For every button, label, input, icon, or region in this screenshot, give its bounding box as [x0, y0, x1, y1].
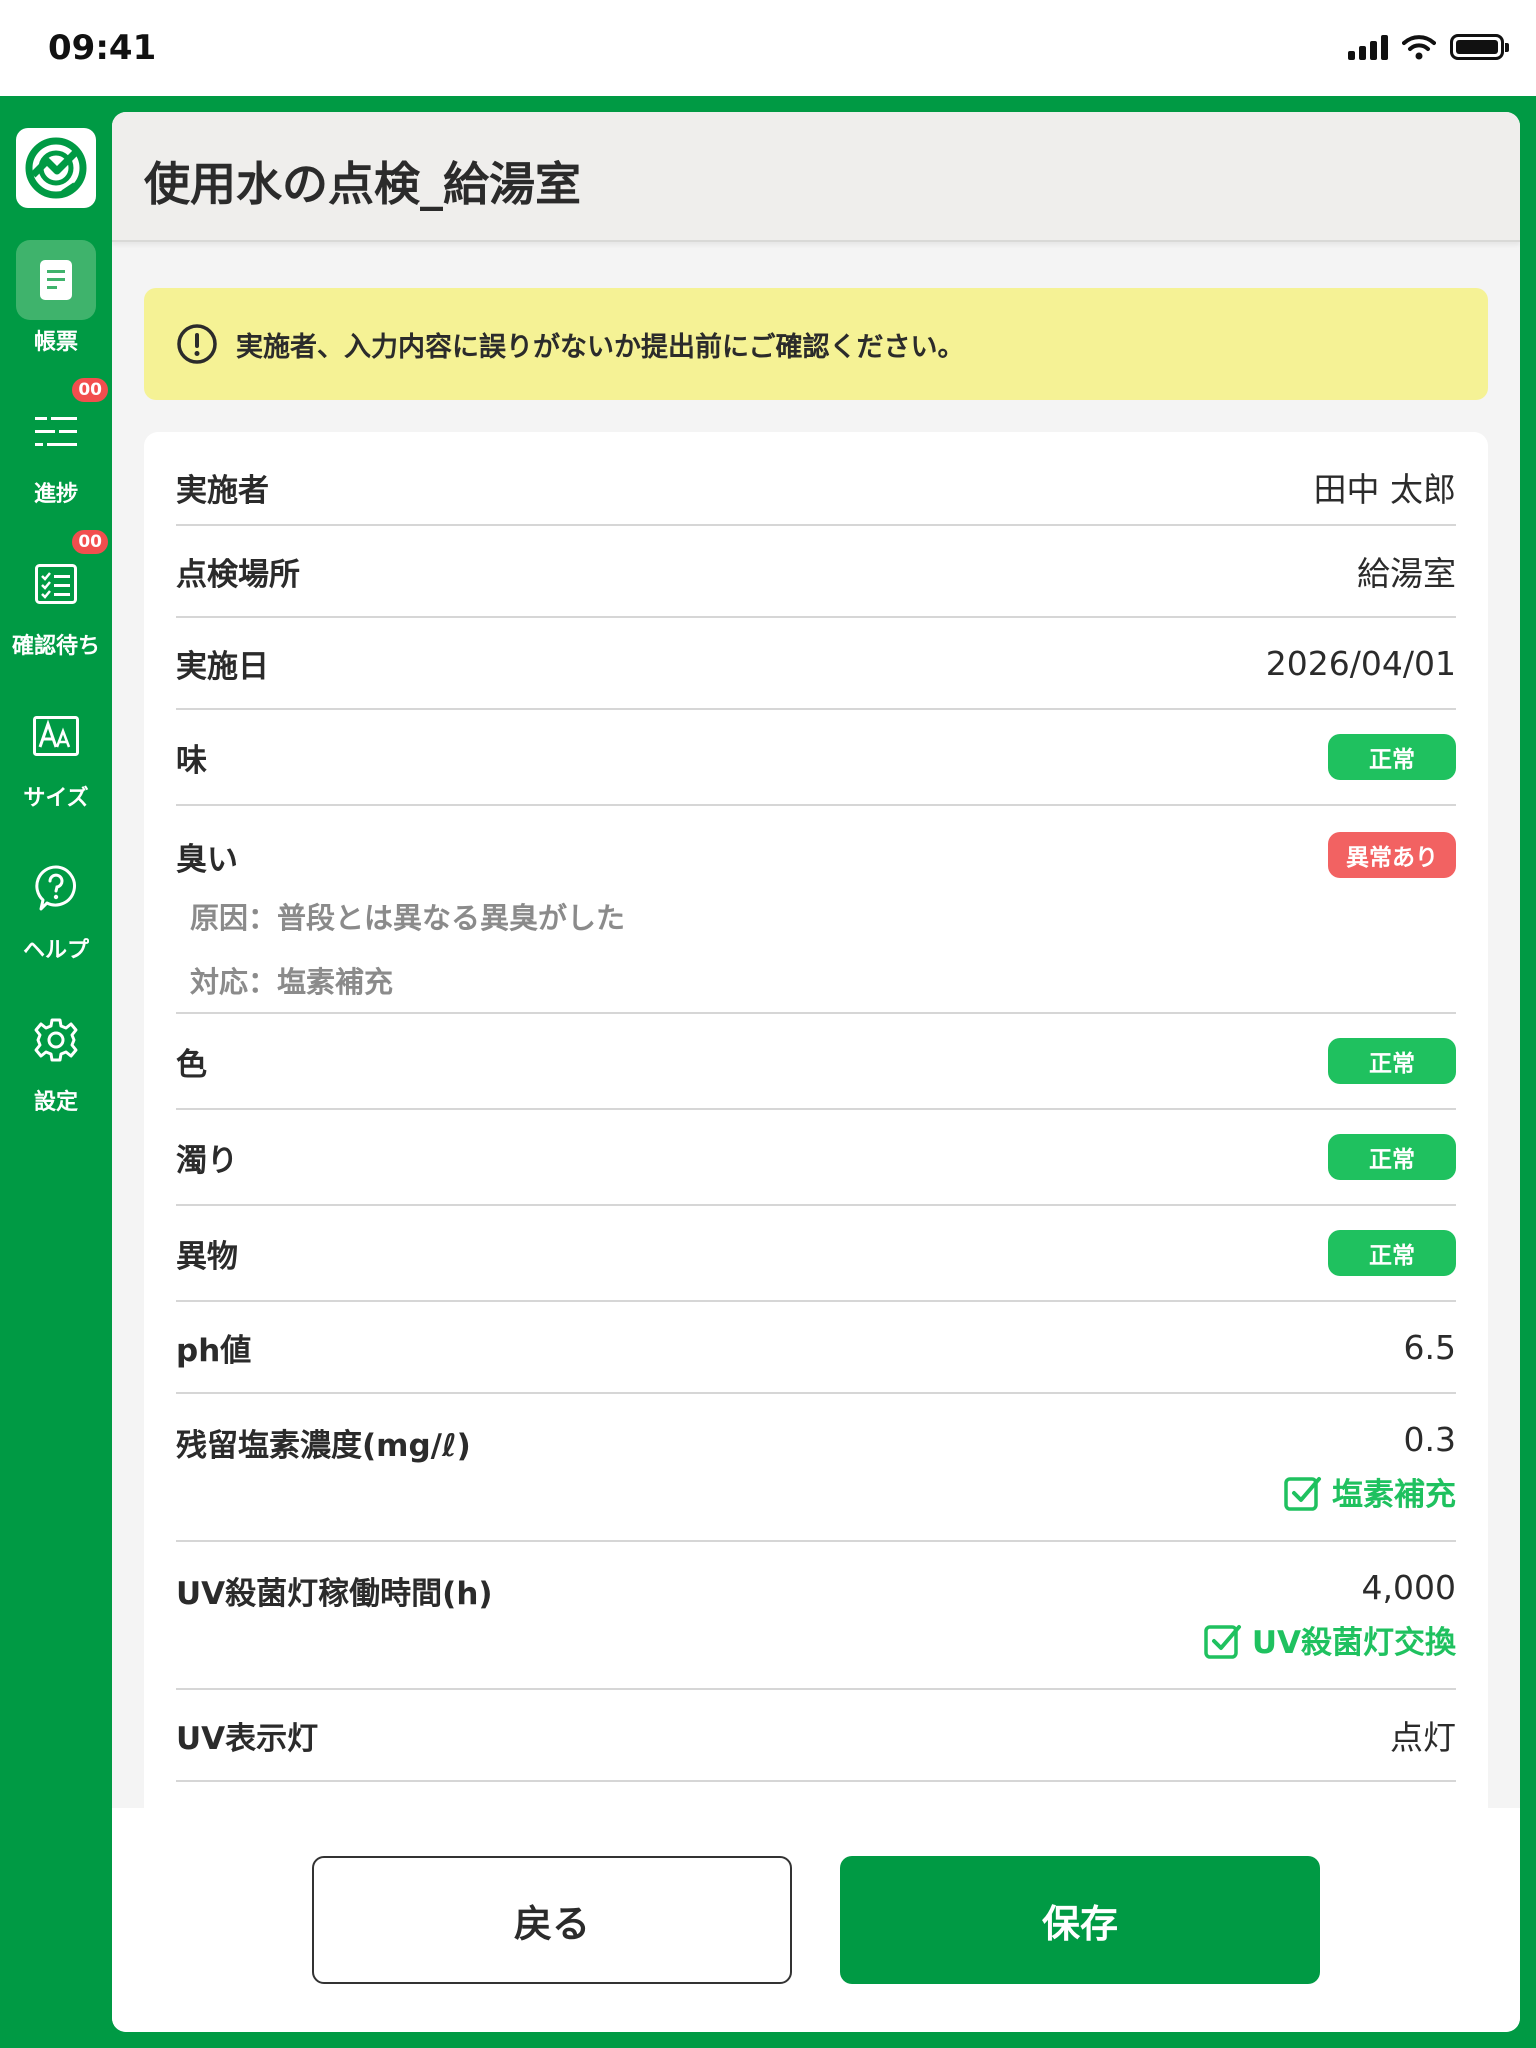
check-label: UV殺菌灯交換	[1251, 1625, 1456, 1661]
sidebar-item-label: 確認待ち	[11, 634, 100, 659]
row-date: 実施日 2026/04/01	[176, 618, 1456, 710]
status-badge: 正常	[1328, 734, 1456, 780]
row-label: UV表示灯	[176, 1720, 319, 1757]
row-uv-light: UV表示灯 点灯	[176, 1690, 1456, 1782]
row-performer: 実施者 田中 太郎	[176, 432, 1456, 526]
uv-lamp-check: UV殺菌灯交換	[1204, 1617, 1456, 1662]
status-time: 09:41	[48, 28, 157, 68]
sidebar-item-forms[interactable]: 帳票	[0, 240, 112, 370]
row-value: 2026/04/01	[1265, 643, 1456, 683]
row-label: UV殺菌灯稼働時間(h)	[176, 1576, 493, 1612]
checklist-icon: 00	[16, 528, 110, 624]
sidebar-item-label: 設定	[33, 1090, 78, 1115]
sidebar-item-label: 進捗	[33, 482, 78, 507]
font-size-icon	[16, 696, 96, 776]
gear-icon	[16, 1000, 96, 1080]
footer-bar: 戻る 保存	[112, 1808, 1520, 2032]
row-label: 実施日	[176, 648, 269, 685]
row-label: 味	[176, 742, 207, 779]
help-icon	[16, 848, 96, 928]
alert-circle-icon	[177, 324, 217, 364]
page-title: 使用水の点検_給湯室	[144, 157, 581, 211]
row-label: ph値	[176, 1332, 252, 1369]
save-button[interactable]: 保存	[840, 1856, 1320, 1984]
page-header: 使用水の点検_給湯室	[112, 112, 1520, 242]
status-badge: 正常	[1328, 1038, 1456, 1084]
sidebar-item-label: サイズ	[23, 786, 89, 811]
chlorine-check: 塩素補充	[1284, 1469, 1456, 1514]
status-badge: 正常	[1328, 1134, 1456, 1180]
sidebar-item-help[interactable]: ヘルプ	[0, 848, 112, 978]
sidebar-item-pending[interactable]: 00 確認待ち	[0, 528, 112, 674]
status-badge: 正常	[1328, 1230, 1456, 1276]
row-label: 残留塩素濃度(mg/ℓ)	[176, 1428, 471, 1464]
progress-badge: 00	[70, 376, 110, 404]
smell-cause: 原因：普段とは異なる異臭がした	[190, 901, 626, 935]
status-icons	[1348, 34, 1509, 60]
row-label: 臭い	[176, 842, 238, 878]
row-ph: ph値 6.5	[176, 1302, 1456, 1394]
checkbox-checked-icon	[1284, 1476, 1321, 1511]
row-label: 点検場所	[176, 556, 300, 593]
notice-text: 実施者、入力内容に誤りがないか提出前にご確認ください。	[236, 331, 965, 363]
row-location: 点検場所 給湯室	[176, 526, 1456, 618]
row-uv-hours: UV殺菌灯稼働時間(h) 4,000 UV殺菌灯交換	[176, 1542, 1456, 1690]
status-bar: 09:41	[0, 0, 1536, 96]
sidebar-item-progress[interactable]: 00 進捗	[0, 376, 112, 522]
row-value: 給湯室	[1357, 554, 1456, 593]
status-badge: 異常あり	[1328, 832, 1456, 878]
progress-list-icon: 00	[16, 376, 110, 472]
cellular-signal-icon	[1348, 34, 1388, 60]
row-label: 濁り	[176, 1142, 238, 1179]
app-logo[interactable]	[16, 128, 96, 208]
row-color: 色 正常	[176, 1014, 1456, 1110]
row-value: 田中 太郎	[1313, 470, 1457, 509]
row-value: 4,000	[1361, 1568, 1456, 1607]
wifi-icon	[1402, 35, 1436, 60]
main-panel: 使用水の点検_給湯室 実施者、入力内容に誤りがないか提出前にご確認ください。 実…	[112, 112, 1520, 2032]
row-label: 実施者	[176, 472, 269, 509]
sidebar-item-label: ヘルプ	[22, 938, 89, 963]
document-icon	[16, 240, 96, 320]
sidebar-item-settings[interactable]: 設定	[0, 1000, 112, 1130]
sidebar: 帳票 00 進捗 00 確認待ち サイズ ヘルプ 設定	[0, 96, 112, 2048]
check-label: 塩素補充	[1332, 1477, 1456, 1513]
row-smell: 臭い 原因：普段とは異なる異臭がした 対応：塩素補充 異常あり	[176, 806, 1456, 1014]
battery-icon	[1450, 34, 1509, 60]
sidebar-item-label: 帳票	[33, 330, 78, 355]
notice-banner: 実施者、入力内容に誤りがないか提出前にご確認ください。	[144, 288, 1488, 400]
inspection-details-card: 実施者 田中 太郎 点検場所 給湯室 実施日 2026/04/01 味 正常 臭…	[144, 432, 1488, 1932]
row-label: 異物	[176, 1238, 238, 1275]
row-taste: 味 正常	[176, 710, 1456, 806]
smell-action: 対応：塩素補充	[190, 965, 394, 999]
row-value: 点灯	[1390, 1718, 1456, 1757]
row-foreign-matter: 異物 正常	[176, 1206, 1456, 1302]
row-chlorine: 残留塩素濃度(mg/ℓ) 0.3 塩素補充	[176, 1394, 1456, 1542]
back-button[interactable]: 戻る	[312, 1856, 792, 1984]
row-turbidity: 濁り 正常	[176, 1110, 1456, 1206]
row-label: 色	[176, 1046, 207, 1083]
row-value: 6.5	[1403, 1327, 1456, 1367]
pending-badge: 00	[70, 528, 110, 556]
checkbox-checked-icon	[1204, 1624, 1241, 1659]
row-value: 0.3	[1403, 1420, 1456, 1459]
sidebar-item-size[interactable]: サイズ	[0, 696, 112, 826]
